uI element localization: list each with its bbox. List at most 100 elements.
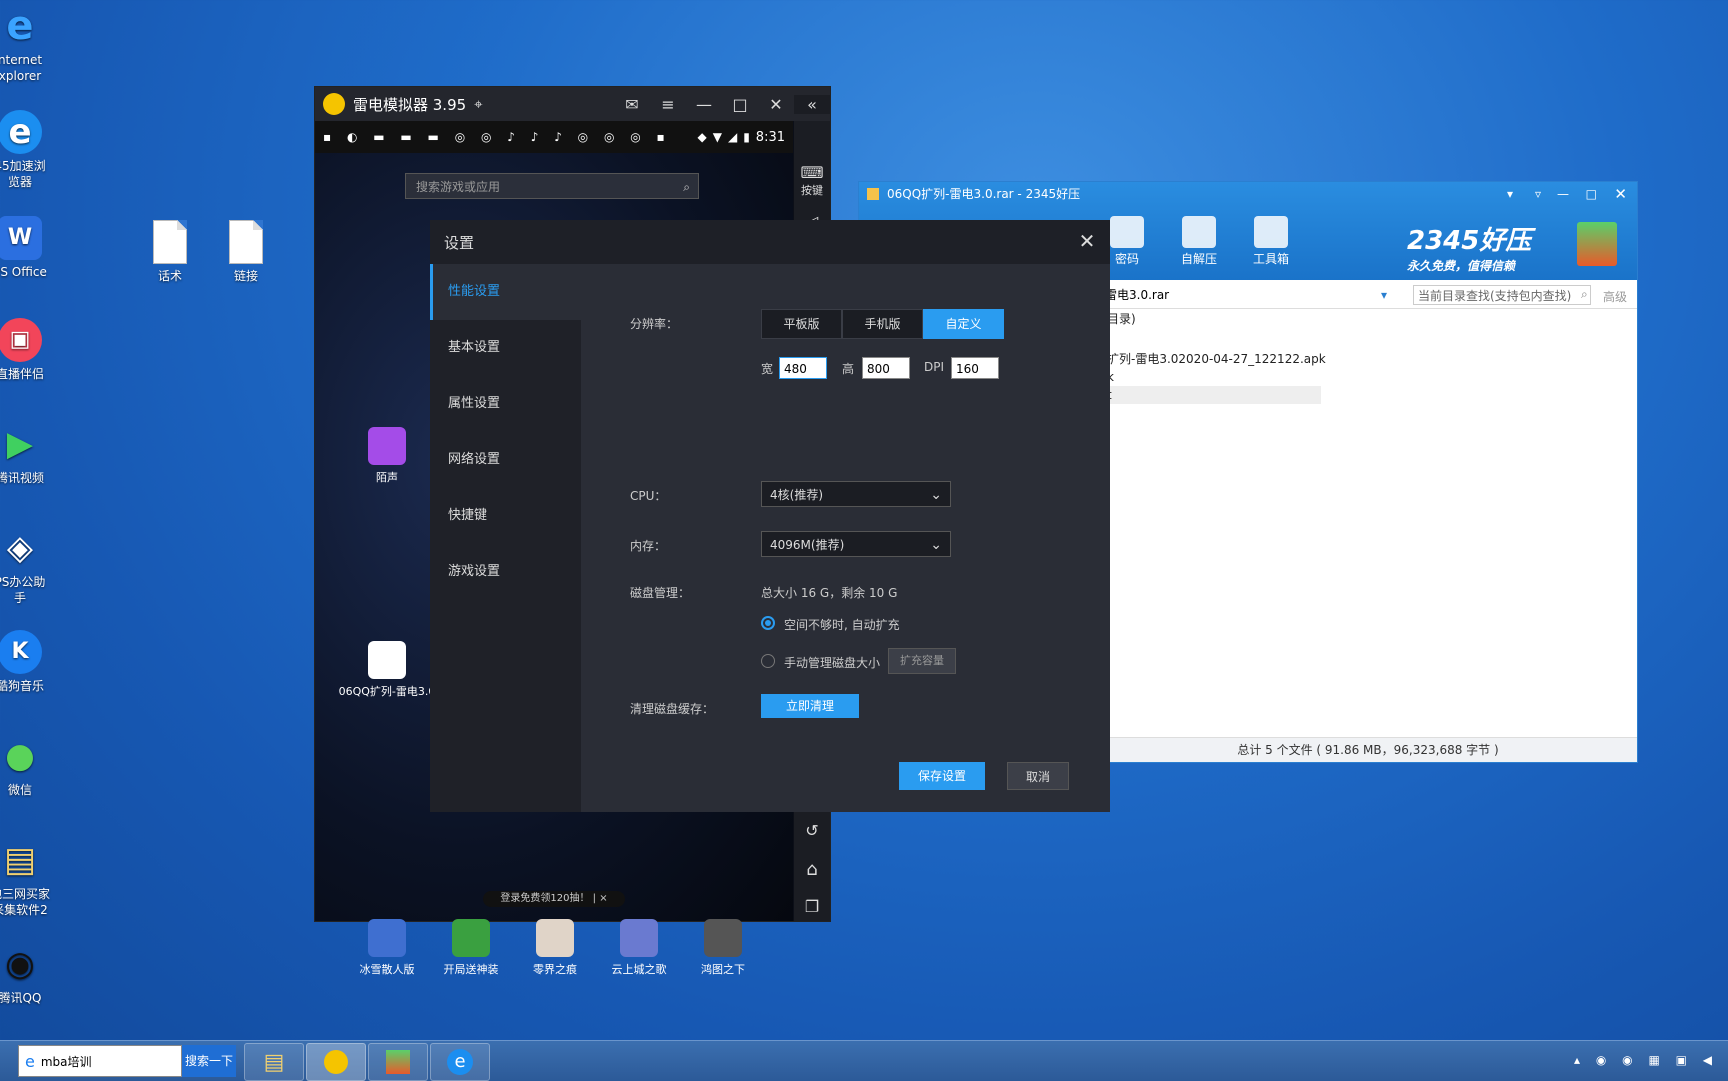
- game-icon: [368, 919, 406, 957]
- minimize-button[interactable]: —: [1557, 182, 1569, 206]
- list-item[interactable]: k: [1107, 368, 1326, 386]
- search-icon[interactable]: ⌕: [1581, 287, 1588, 302]
- desktop-icon-wps-assistant[interactable]: ◈ PS办公助 手: [0, 526, 60, 606]
- dock-app-4[interactable]: 云上城之歌: [597, 919, 681, 977]
- desktop-icon-qq[interactable]: ◉ 腾讯QQ: [0, 942, 60, 1006]
- settings-dialog[interactable]: 设置 ✕ 性能设置 基本设置 属性设置 网络设置 快捷键 游戏设置 分辨率： 平…: [430, 220, 1110, 812]
- desktop-icon-live[interactable]: ▣ 直播伴侣: [0, 318, 60, 382]
- taskbar-search-button[interactable]: 搜索一下: [182, 1045, 236, 1077]
- list-item[interactable]: 扩列-雷电3.02020-04-27_122122.apk: [1107, 350, 1326, 368]
- desktop-icon-kugou[interactable]: K 酷狗音乐: [0, 630, 60, 694]
- desktop-icon-label: nternet xplorer: [0, 53, 43, 83]
- width-input[interactable]: 480: [779, 357, 827, 379]
- desktop-icon-label: 直播伴侣: [0, 367, 44, 381]
- disk-manual-label[interactable]: 手动管理磁盘大小: [784, 654, 880, 671]
- list-item[interactable]: 目录): [1107, 310, 1326, 328]
- dock-app-5[interactable]: 鸿图之下: [681, 919, 765, 977]
- app-label: 零界之痕: [533, 963, 577, 976]
- android-statusbar: ▪ ◐ ▬ ▬ ▬ ◎ ◎ ♪ ♪ ♪ ◎ ◎ ◎ ▪ ◆ ▼ ◢ ▮ 8:31: [315, 121, 793, 153]
- status-text: 总计 5 个文件 ( 91.86 MB，96,323,688 字节 ): [1237, 743, 1499, 757]
- height-input[interactable]: 800: [862, 357, 910, 379]
- desktop-file-lianjie[interactable]: 链接: [206, 220, 286, 284]
- resolution-phone[interactable]: 手机版: [842, 309, 923, 339]
- disk-auto-label[interactable]: 空间不够时, 自动扩充: [784, 616, 900, 633]
- list-item[interactable]: t: [1107, 386, 1321, 404]
- nav-game[interactable]: 游戏设置: [430, 544, 581, 600]
- menu-icon[interactable]: ▿: [1535, 182, 1541, 206]
- rotate-icon[interactable]: ↺: [794, 821, 830, 840]
- desktop-icon-wechat[interactable]: ● 微信: [0, 734, 60, 798]
- tool-toolbox[interactable]: 工具箱: [1241, 216, 1301, 267]
- promo-banner[interactable]: 登录免费领120抽！ | ×: [483, 891, 625, 907]
- desktop-icon-tencent-video[interactable]: ▶ 腾讯视频: [0, 422, 60, 486]
- path-field[interactable]: 雷电3.0.rar ▾: [1105, 284, 1391, 306]
- notification-icons: ▪ ◐ ▬ ▬ ▬ ◎ ◎ ♪ ♪ ♪ ◎ ◎ ◎ ▪: [323, 130, 671, 144]
- close-button[interactable]: ✕: [758, 95, 794, 114]
- gamepad-icon[interactable]: ⌖: [474, 95, 482, 113]
- desktop-icon-ie[interactable]: e nternet xplorer: [0, 4, 60, 84]
- app-06qq[interactable]: 06QQ扩列-雷电3.0: [337, 641, 437, 699]
- app-mosheng[interactable]: 陌声: [345, 427, 429, 485]
- nav-basic[interactable]: 基本设置: [430, 320, 581, 376]
- memory-select[interactable]: 4096M(推荐) ⌄: [761, 531, 951, 557]
- nav-properties[interactable]: 属性设置: [430, 376, 581, 432]
- menu-icon[interactable]: ≡: [650, 95, 686, 114]
- resolution-custom[interactable]: 自定义: [923, 309, 1004, 339]
- taskbar-search-input[interactable]: e mba培训: [18, 1045, 182, 1077]
- game-icon: [452, 919, 490, 957]
- maximize-button[interactable]: □: [722, 95, 758, 114]
- taskbar-2345zip[interactable]: [368, 1043, 428, 1081]
- clear-now-button[interactable]: 立即清理: [761, 694, 859, 718]
- close-button[interactable]: ✕: [1614, 182, 1627, 206]
- dropdown-icon[interactable]: ▾: [1381, 284, 1387, 306]
- zip-search-input[interactable]: 当前目录查找(支持包内查找): [1413, 285, 1591, 305]
- app-label: 陌声: [376, 471, 398, 484]
- save-button[interactable]: 保存设置: [899, 762, 985, 790]
- desktop-icon-2345-browser[interactable]: e 45加速浏 览器: [0, 110, 60, 190]
- dock-app-2[interactable]: 开局送神装: [429, 919, 513, 977]
- desktop-icon-collector[interactable]: ▤ 地三网买家 采集软件2: [0, 838, 60, 918]
- nav-network[interactable]: 网络设置: [430, 432, 581, 488]
- desktop-file-huashu[interactable]: 话术: [130, 220, 210, 284]
- taskbar-ldplayer[interactable]: [306, 1043, 366, 1081]
- dock-app-1[interactable]: 冰雪散人版: [345, 919, 429, 977]
- app-search-input[interactable]: 搜索游戏或应用 ⌕: [405, 173, 699, 199]
- cpu-select[interactable]: 4核(推荐) ⌄: [761, 481, 951, 507]
- dialog-titlebar: 设置 ✕: [430, 220, 1110, 264]
- disk-manual-radio[interactable]: [761, 654, 775, 668]
- cancel-button[interactable]: 取消: [1007, 762, 1069, 790]
- dock-app-3[interactable]: 零界之痕: [513, 919, 597, 977]
- document-icon: [153, 220, 187, 264]
- close-button[interactable]: ✕: [1074, 228, 1100, 254]
- document-icon: [229, 220, 263, 264]
- collapse-sidebar-icon[interactable]: «: [794, 94, 830, 114]
- app-label: 冰雪散人版: [359, 963, 415, 976]
- advanced-link[interactable]: 高级: [1603, 288, 1627, 305]
- brand-slogan: 永久免费，值得信赖: [1407, 259, 1516, 273]
- wifi-icon: ▼: [712, 130, 722, 144]
- expand-capacity-button[interactable]: 扩充容量: [888, 648, 956, 674]
- taskbar-browser[interactable]: e: [430, 1043, 490, 1081]
- desktop-icon-wps[interactable]: W PS Office: [0, 216, 60, 280]
- recents-icon[interactable]: ❐: [794, 897, 830, 916]
- taskbar-explorer[interactable]: ▤: [244, 1043, 304, 1081]
- feedback-icon[interactable]: ▾: [1507, 182, 1513, 206]
- tool-selfextract[interactable]: 自解压: [1169, 216, 1229, 267]
- nav-performance[interactable]: 性能设置: [430, 264, 581, 320]
- minimize-button[interactable]: —: [686, 95, 722, 114]
- home-icon[interactable]: ⌂: [794, 859, 830, 880]
- mail-icon[interactable]: ✉: [614, 95, 650, 114]
- cpu-label: CPU：: [630, 489, 667, 503]
- keyboard-button[interactable]: ⌨ 按键: [794, 163, 830, 198]
- ie-icon: e: [25, 1051, 35, 1071]
- dpi-input[interactable]: 160: [951, 357, 999, 379]
- live-icon: ▣: [0, 318, 42, 362]
- disk-auto-radio[interactable]: [761, 616, 775, 630]
- game-icon: [536, 919, 574, 957]
- resolution-tablet[interactable]: 平板版: [761, 309, 842, 339]
- maximize-button[interactable]: □: [1586, 182, 1597, 206]
- chevron-down-icon: ⌄: [930, 487, 942, 503]
- system-tray: ▴ ◉ ◉ ▦ ▣ ◀: [1574, 1053, 1718, 1067]
- nav-shortcuts[interactable]: 快捷键: [430, 488, 581, 544]
- cpu-value: 4核(推荐): [770, 488, 823, 502]
